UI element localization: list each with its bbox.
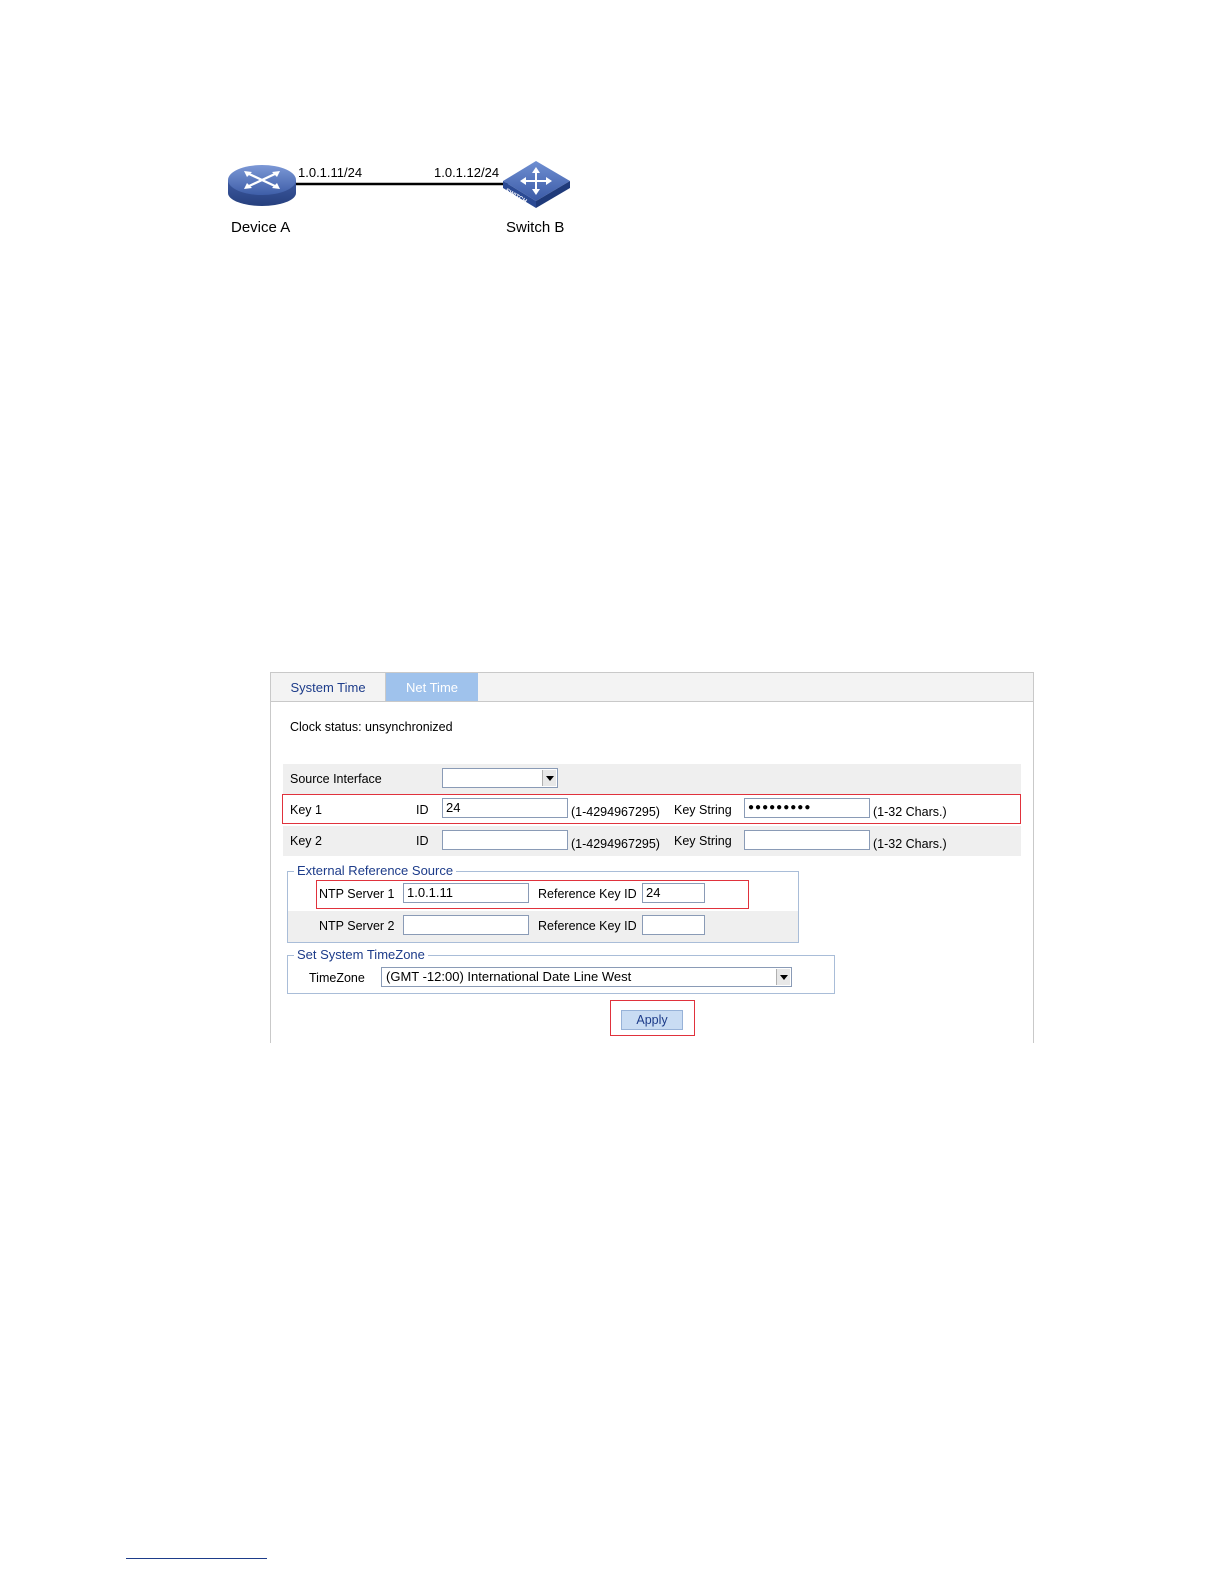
- tab-system-time[interactable]: System Time: [271, 673, 386, 701]
- ref-key-id2-input[interactable]: [642, 915, 705, 935]
- key2-string-label: Key String: [674, 834, 732, 848]
- source-interface-row: [283, 764, 1021, 794]
- switch-b-ip-label: 1.0.1.12/24: [434, 165, 500, 180]
- router-icon: [228, 165, 296, 206]
- ntp-server2-input[interactable]: [403, 915, 529, 935]
- timezone-value: (GMT -12:00) International Date Line Wes…: [386, 969, 632, 984]
- switch-b-label: Switch B: [506, 219, 565, 236]
- source-interface-label: Source Interface: [290, 772, 382, 786]
- clock-status: Clock status: unsynchronized: [290, 720, 453, 734]
- timezone-select[interactable]: (GMT -12:00) International Date Line Wes…: [381, 967, 792, 987]
- tab-bar: System Time Net Time: [271, 673, 1033, 702]
- key1-highlight-box: [282, 794, 1021, 824]
- key2-id-input[interactable]: [442, 830, 568, 850]
- key2-label: Key 2: [290, 834, 322, 848]
- timezone-label: TimeZone: [309, 971, 365, 985]
- tab-net-time[interactable]: Net Time: [386, 673, 478, 701]
- source-interface-select[interactable]: [442, 768, 558, 788]
- switch-icon: [503, 161, 570, 208]
- ref-key-id2-label: Reference Key ID: [538, 919, 637, 933]
- timezone-legend: Set System TimeZone: [294, 948, 428, 962]
- footnote-separator: [126, 1558, 267, 1559]
- key2-id-label: ID: [416, 834, 429, 848]
- device-a-ip-label: 1.0.1.11/24: [298, 165, 363, 180]
- key2-string-range: (1-32 Chars.): [873, 837, 947, 851]
- external-reference-legend: External Reference Source: [294, 864, 457, 878]
- device-a-label: Device A: [231, 219, 291, 236]
- network-topology-diagram: SWITCH 1.0.1.11/24 1.0.1.12/24 Device A …: [0, 0, 1224, 260]
- apply-highlight-box: [610, 1000, 695, 1036]
- ntp-server2-label: NTP Server 2: [319, 919, 395, 933]
- net-time-panel: System Time Net Time Clock status: unsyn…: [270, 672, 1034, 1043]
- chevron-down-icon: [542, 770, 556, 786]
- ntp1-highlight-box: [316, 880, 749, 909]
- key2-id-range: (1-4294967295): [571, 837, 660, 851]
- key2-string-input[interactable]: [744, 830, 870, 850]
- topology-graphic: [228, 161, 570, 208]
- chevron-down-icon: [776, 969, 790, 985]
